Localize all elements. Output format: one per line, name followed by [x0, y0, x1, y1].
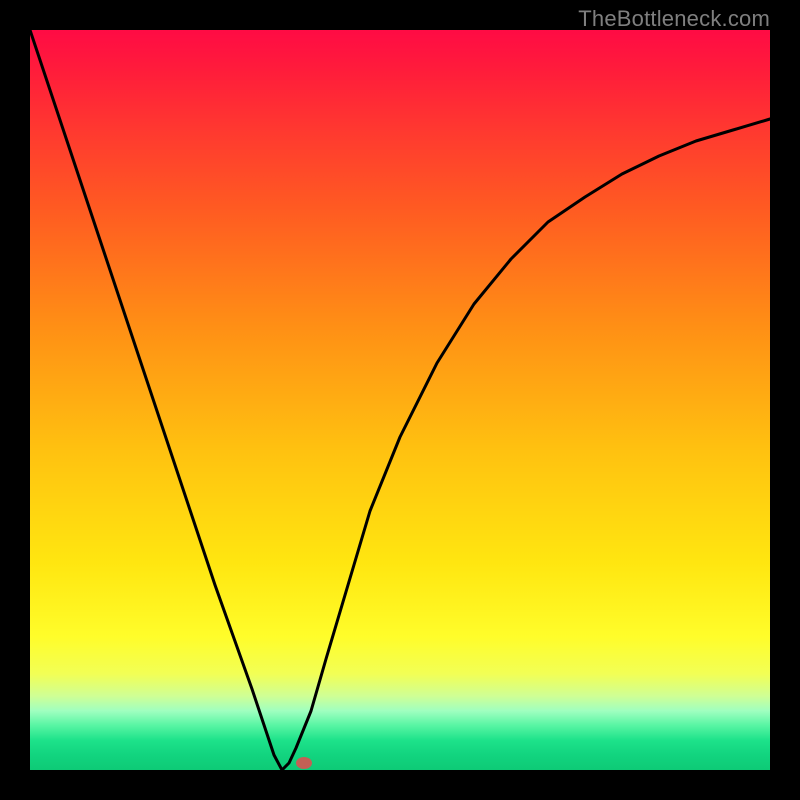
plot-area: [30, 30, 770, 770]
watermark-text: TheBottleneck.com: [578, 6, 770, 32]
chart-frame: TheBottleneck.com: [0, 0, 800, 800]
curve-line: [30, 30, 770, 770]
curve-svg: [30, 30, 770, 770]
marker-dot: [296, 757, 312, 769]
